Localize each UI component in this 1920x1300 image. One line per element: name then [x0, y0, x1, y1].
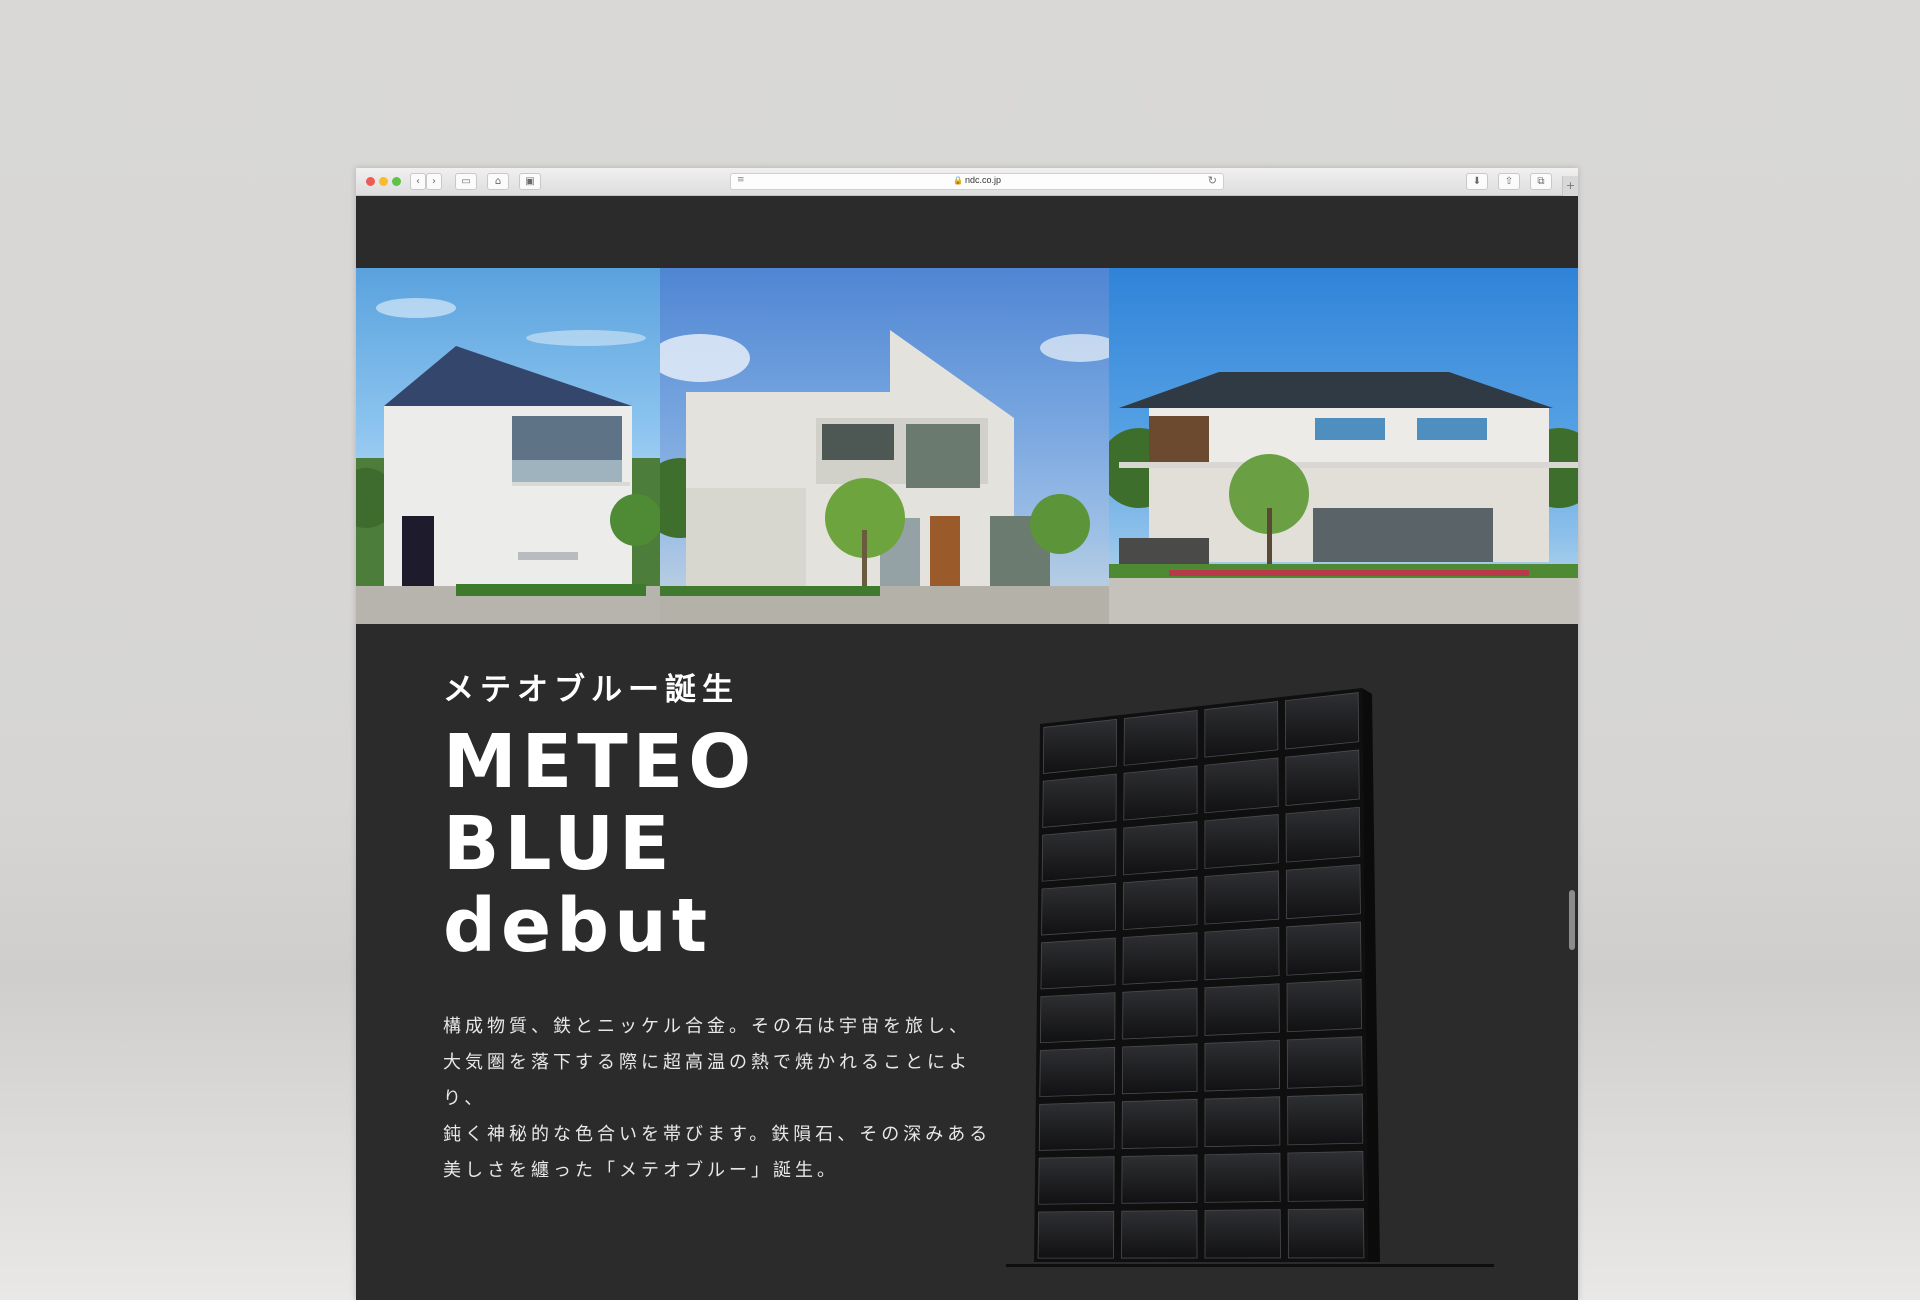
- section-title-line-2: debut: [443, 883, 713, 969]
- stone-tile: [1041, 828, 1117, 882]
- stone-tile: [1287, 1151, 1364, 1202]
- stone-tile: [1204, 813, 1279, 869]
- stone-tile: [1285, 864, 1361, 920]
- stone-tile: [1122, 876, 1198, 931]
- stone-tile: [1204, 983, 1280, 1036]
- stone-tile: [1204, 926, 1280, 981]
- stone-tile: [1121, 1098, 1198, 1149]
- sidebar-button[interactable]: ▭: [455, 173, 477, 190]
- page-scrollbar[interactable]: [1569, 890, 1575, 950]
- address-bar[interactable]: ≡ 🔒 ndc.co.jp ↻: [730, 173, 1224, 190]
- stone-tile: [1041, 882, 1117, 936]
- browser-window: ‹ › ▭ ⌂ ▣ ≡ 🔒 ndc.co.jp ↻ ⬇ ⇧ ⧉ + メテオブルー…: [356, 168, 1578, 1300]
- section-subtitle: メテオブルー誕生: [443, 672, 739, 708]
- stone-tile: [1039, 1046, 1116, 1098]
- tabs-button[interactable]: ⧉: [1530, 173, 1552, 190]
- stone-tile: [1204, 1209, 1281, 1259]
- back-button[interactable]: ‹: [410, 173, 426, 190]
- screen-button[interactable]: ▣: [519, 173, 541, 190]
- house-photo-2: [660, 268, 1109, 624]
- stone-tile: [1204, 701, 1279, 758]
- stone-tile: [1285, 806, 1361, 863]
- house-photo-2-illustration: [660, 330, 1109, 624]
- body-line-4: 美しさを纏った「メテオブルー」誕生。: [443, 1160, 839, 1181]
- page-content: メテオブルー誕生 METEO BLUE debut 構成物質、鉄とニッケル合金。…: [356, 196, 1578, 1300]
- stone-tile: [1286, 921, 1362, 976]
- house-photo-strip: [356, 268, 1578, 624]
- stone-tile: [1121, 1154, 1198, 1204]
- house-photo-1-illustration: [356, 298, 660, 624]
- stone-tile: [1285, 749, 1360, 807]
- section-body: 構成物質、鉄とニッケル合金。その石は宇宙を旅し、 大気圏を落下する際に超高温の熱…: [443, 1009, 1003, 1189]
- house-photo-3: [1109, 268, 1578, 624]
- stone-tile: [1286, 978, 1363, 1033]
- stone-tile: [1038, 1156, 1115, 1205]
- stone-tile: [1121, 1210, 1198, 1259]
- intro-text-block: メテオブルー誕生 METEO BLUE debut 構成物質、鉄とニッケル合金。…: [443, 664, 1003, 1189]
- stone-tile: [1040, 937, 1116, 990]
- new-tab-button[interactable]: +: [1562, 176, 1578, 196]
- house-photo-3-illustration: [1109, 372, 1578, 624]
- stone-tile: [1204, 1096, 1281, 1148]
- body-line-1: 構成物質、鉄とニッケル合金。その石は宇宙を旅し、: [443, 1016, 971, 1037]
- forward-button[interactable]: ›: [426, 173, 442, 190]
- floor-line: [1006, 1264, 1494, 1267]
- stone-tile: [1123, 821, 1198, 876]
- lock-icon: 🔒: [953, 176, 963, 185]
- url-text: ndc.co.jp: [964, 175, 1001, 185]
- stone-tile: [1037, 1210, 1115, 1259]
- browser-toolbar: ‹ › ▭ ⌂ ▣ ≡ 🔒 ndc.co.jp ↻ ⬇ ⇧ ⧉ +: [356, 168, 1578, 196]
- zoom-window-button[interactable]: [392, 177, 401, 186]
- stone-tile: [1204, 870, 1280, 925]
- stone-tile: [1123, 709, 1198, 766]
- stone-tile: [1121, 1043, 1198, 1095]
- stone-tile: [1039, 992, 1116, 1044]
- stone-tile: [1287, 1093, 1364, 1146]
- stone-tile: [1042, 718, 1118, 774]
- stone-tile: [1122, 932, 1198, 985]
- section-title: METEO BLUE debut: [443, 721, 1003, 967]
- stone-tile: [1204, 757, 1279, 814]
- url-display: 🔒 ndc.co.jp: [731, 175, 1223, 185]
- body-line-2: 大気圏を落下する際に超高温の熱で焼かれることにより、: [443, 1052, 971, 1109]
- section-title-line-1: METEO BLUE: [443, 719, 757, 887]
- stone-tile: [1204, 1152, 1281, 1203]
- downloads-button[interactable]: ⬇: [1466, 173, 1488, 190]
- stone-tile: [1287, 1208, 1365, 1259]
- share-button[interactable]: ⇧: [1498, 173, 1520, 190]
- stone-tile: [1042, 773, 1117, 828]
- minimize-window-button[interactable]: [379, 177, 388, 186]
- home-button[interactable]: ⌂: [487, 173, 509, 190]
- stone-tile: [1038, 1101, 1115, 1151]
- reload-icon[interactable]: ↻: [1208, 174, 1217, 187]
- stone-tile: [1284, 692, 1360, 750]
- stone-tile: [1204, 1039, 1281, 1092]
- stone-tile: [1123, 765, 1198, 821]
- body-line-3: 鈍く神秘的な色合いを帯びます。鉄隕石、その深みある: [443, 1124, 992, 1145]
- stone-tile-panel-image: [1034, 688, 1380, 1262]
- close-window-button[interactable]: [366, 177, 375, 186]
- stone-tile: [1286, 1036, 1363, 1089]
- stone-tile: [1122, 987, 1198, 1040]
- house-photo-1: [356, 268, 660, 624]
- stone-tile-panel: [1004, 688, 1404, 1262]
